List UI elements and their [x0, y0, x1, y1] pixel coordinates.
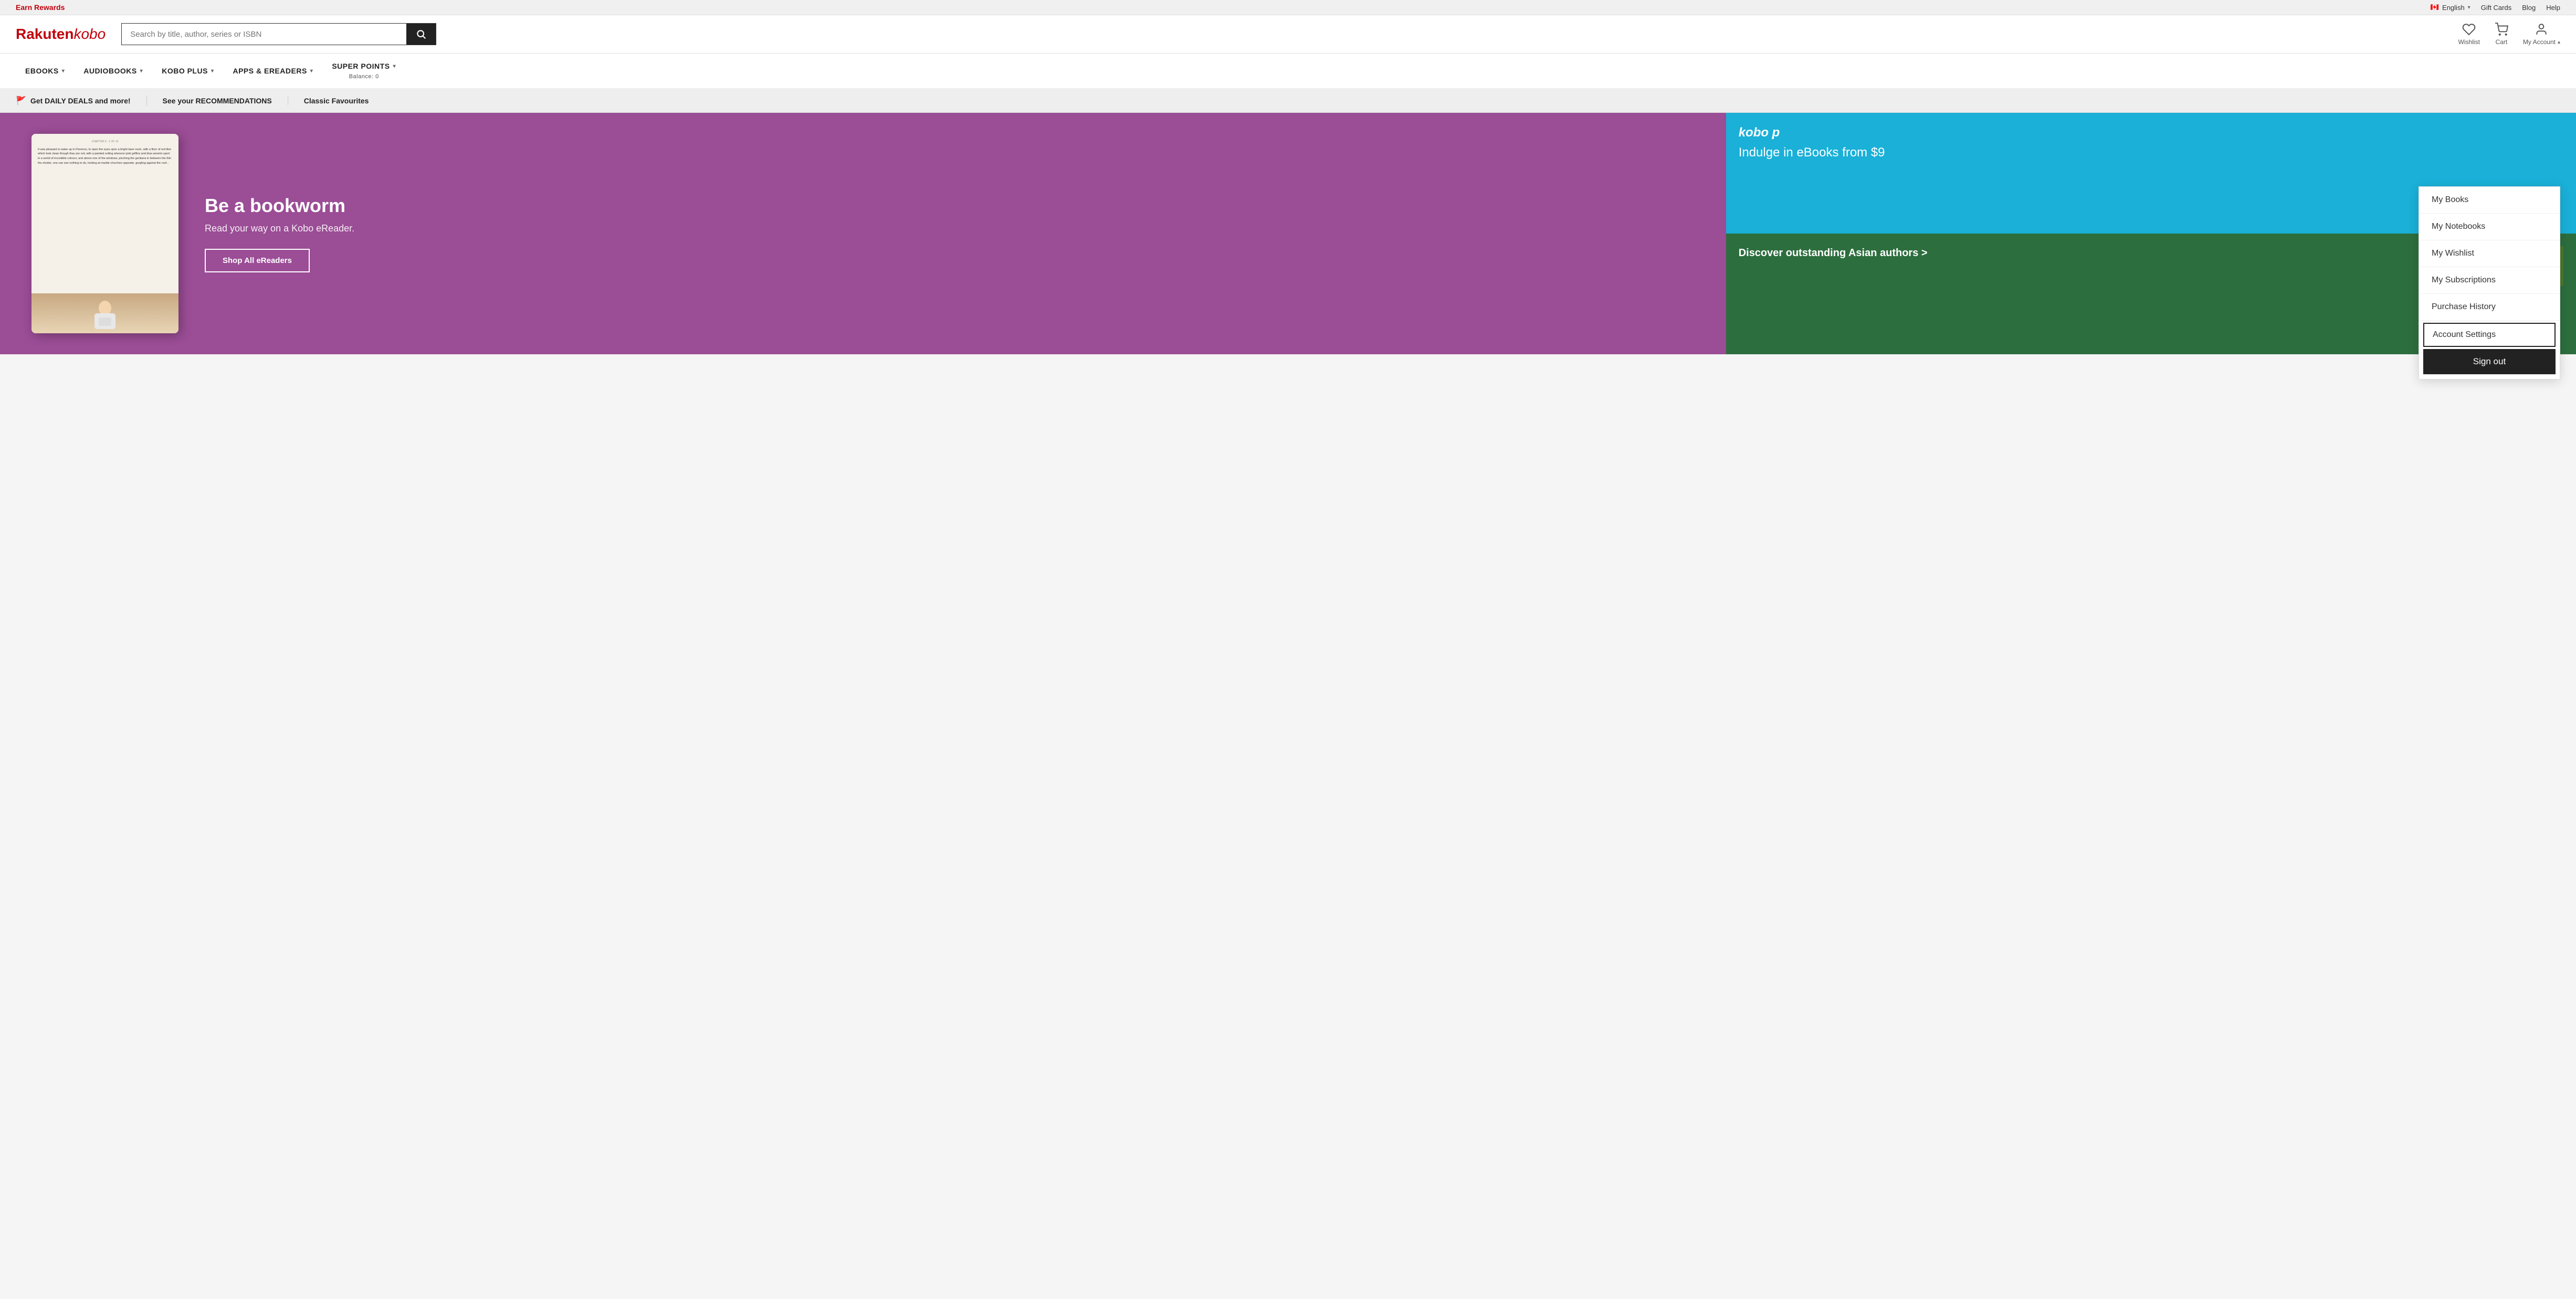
- hero-text: Be a bookworm Read your way on a Kobo eR…: [205, 195, 354, 272]
- shop-all-ereaders-button[interactable]: Shop All eReaders: [205, 249, 310, 272]
- flag-icon: 🚩: [16, 96, 26, 106]
- ebooks-chevron-icon: ▾: [62, 68, 65, 74]
- language-selector[interactable]: 🇨🇦 English ▾: [2431, 3, 2470, 12]
- my-account-label: My Account: [2523, 38, 2556, 46]
- my-subscriptions-item[interactable]: My Subscriptions: [2419, 267, 2560, 294]
- nav-apps-ereaders[interactable]: APPS & eREADERS ▾: [223, 58, 322, 83]
- top-bar-left: Earn Rewards: [16, 3, 65, 12]
- nav-audiobooks[interactable]: AUDIOBOOKS ▾: [74, 58, 152, 83]
- search-input[interactable]: [122, 24, 406, 45]
- purchase-history-item[interactable]: Purchase History: [2419, 294, 2560, 321]
- promo-daily-deals[interactable]: 🚩 Get DAILY DEALS and more!: [16, 96, 147, 106]
- apps-chevron-icon: ▾: [310, 68, 313, 74]
- koboplus-chevron-icon: ▾: [211, 68, 214, 74]
- chevron-down-icon: ▾: [2468, 5, 2470, 10]
- logo-kobo: kobo: [73, 26, 106, 43]
- hero-subtitle: Read your way on a Kobo eReader.: [205, 223, 354, 234]
- discover-text-area: Discover outstanding Asian authors >: [1739, 246, 2412, 342]
- language-label: English: [2442, 4, 2465, 12]
- account-dropdown-menu: My Books My Notebooks My Wishlist My Sub…: [2419, 186, 2560, 379]
- nav-ebooks[interactable]: eBOOKS ▾: [16, 58, 74, 83]
- discover-text: Discover outstanding Asian authors >: [1739, 246, 2412, 260]
- audiobooks-chevron-icon: ▾: [140, 68, 143, 74]
- help-link[interactable]: Help: [2546, 4, 2560, 12]
- canada-flag-icon: 🇨🇦: [2431, 3, 2439, 12]
- earn-rewards-link[interactable]: Earn Rewards: [16, 3, 65, 12]
- device-chapter: CHAPTER 9 · 1 OF 19: [38, 140, 172, 144]
- sign-out-button[interactable]: Sign out: [2423, 349, 2556, 375]
- top-bar-right: 🇨🇦 English ▾ Gift Cards Blog Help: [2431, 3, 2560, 12]
- wishlist-label: Wishlist: [2458, 38, 2480, 46]
- nav-super-points[interactable]: SUPER POINTS ▾ Balance: 0: [322, 54, 405, 88]
- ereader-device: CHAPTER 9 · 1 OF 19 It was pleasant to w…: [31, 134, 178, 333]
- device-footer: [31, 293, 178, 333]
- superpoints-chevron-icon: ▾: [393, 64, 396, 69]
- promo-classic-favourites[interactable]: Classic Favourites: [288, 97, 385, 105]
- main-content: CHAPTER 9 · 1 OF 19 It was pleasant to w…: [0, 113, 2576, 354]
- promo-bar: 🚩 Get DAILY DEALS and more! See your REC…: [0, 89, 2576, 113]
- logo-rakuten: Rakuten: [16, 26, 73, 43]
- kobo-panel-logo: kobo p: [1739, 125, 2563, 140]
- search-bar: [121, 23, 436, 45]
- device-screen: CHAPTER 9 · 1 OF 19 It was pleasant to w…: [31, 134, 178, 293]
- nav-kobo-plus[interactable]: KOBO PLUS ▾: [152, 58, 223, 83]
- blog-link[interactable]: Blog: [2522, 4, 2536, 12]
- my-notebooks-item[interactable]: My Notebooks: [2419, 214, 2560, 240]
- cart-button[interactable]: Cart: [2495, 23, 2508, 46]
- gift-cards-link[interactable]: Gift Cards: [2481, 4, 2512, 12]
- account-settings-item[interactable]: Account Settings: [2423, 323, 2556, 347]
- device-text: It was pleasant to wake up in Florence, …: [38, 147, 172, 166]
- hero-banner: CHAPTER 9 · 1 OF 19 It was pleasant to w…: [0, 113, 1726, 354]
- nav-bar: eBOOKS ▾ AUDIOBOOKS ▾ KOBO PLUS ▾ APPS &…: [0, 54, 2576, 89]
- kobo-panel-text: Indulge in eBooks from $9: [1739, 144, 2563, 161]
- my-books-item[interactable]: My Books: [2419, 187, 2560, 214]
- my-account-chevron-icon: ▴: [2558, 39, 2560, 45]
- header-actions: Wishlist Cart My Account ▴: [2458, 23, 2560, 46]
- my-wishlist-item[interactable]: My Wishlist: [2419, 240, 2560, 267]
- logo[interactable]: Rakuten kobo: [16, 26, 106, 43]
- wishlist-button[interactable]: Wishlist: [2458, 23, 2480, 46]
- top-bar: Earn Rewards 🇨🇦 English ▾ Gift Cards Blo…: [0, 0, 2576, 15]
- promo-recommendations[interactable]: See your RECOMMENDATIONS: [147, 97, 288, 105]
- my-account-button[interactable]: My Account ▴: [2523, 23, 2560, 46]
- hero-title: Be a bookworm: [205, 195, 354, 217]
- super-points-balance: Balance: 0: [349, 73, 379, 80]
- header: Rakuten kobo Wishlist Cart: [0, 15, 2576, 54]
- person-illustration: [84, 298, 126, 329]
- cart-label: Cart: [2496, 38, 2508, 46]
- search-button[interactable]: [406, 24, 436, 45]
